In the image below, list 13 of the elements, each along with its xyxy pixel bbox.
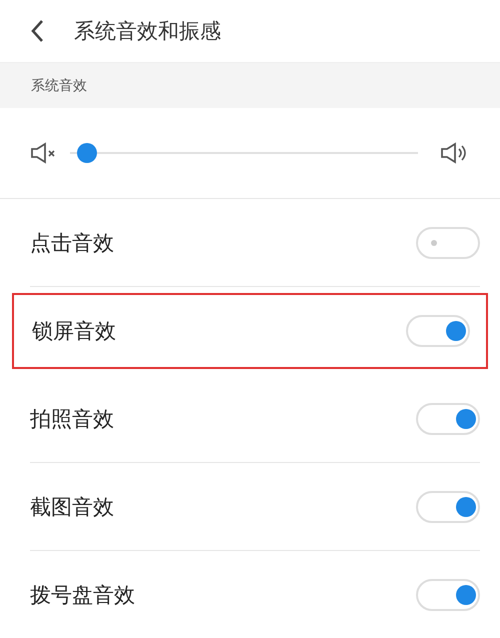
setting-label: 点击音效: [30, 230, 114, 256]
toggle-switch[interactable]: [416, 578, 480, 610]
toggle-switch[interactable]: [406, 315, 470, 347]
back-icon[interactable]: [30, 19, 44, 43]
setting-label: 截图音效: [30, 494, 114, 520]
setting-label: 拨号盘音效: [30, 582, 135, 608]
setting-label: 拍照音效: [30, 406, 114, 432]
toggle-switch[interactable]: [416, 226, 480, 258]
section-title: 系统音效: [31, 76, 87, 94]
page-title: 系统音效和振感: [74, 18, 221, 45]
toggle-switch[interactable]: [416, 402, 480, 434]
setting-label: 锁屏音效: [32, 318, 116, 345]
toggle-switch[interactable]: [416, 490, 480, 522]
